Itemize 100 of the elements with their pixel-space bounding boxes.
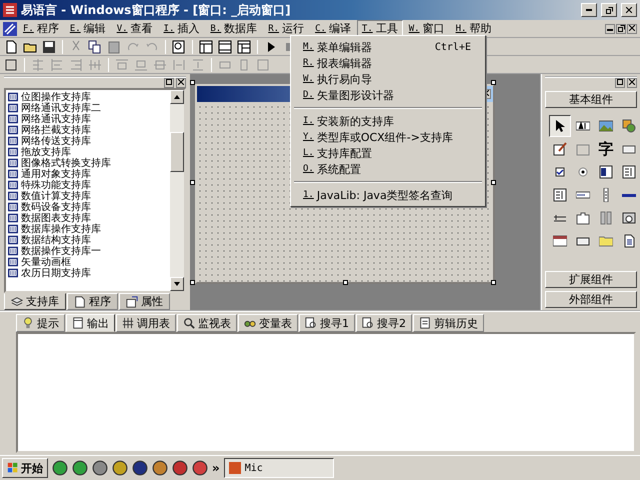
close-button[interactable]	[176, 78, 186, 88]
library-item[interactable]: 网络传送支持库	[21, 134, 91, 148]
library-item[interactable]: 特殊功能支持库	[21, 178, 91, 192]
app-icon[interactable]	[92, 460, 108, 476]
radio-icon[interactable]	[576, 165, 590, 179]
shapes-icon[interactable]	[622, 119, 636, 133]
menu-item[interactable]: I. 插入	[158, 20, 204, 37]
library-item[interactable]: 矢量动画框	[21, 254, 71, 268]
landscape-icon[interactable]	[599, 119, 613, 133]
app-icon[interactable]	[72, 460, 88, 476]
library-item[interactable]: 图像格式转换支持库	[21, 156, 111, 170]
list-icon[interactable]	[599, 165, 613, 179]
maximize-button[interactable]	[615, 78, 625, 88]
library-item[interactable]: 网络通讯支持库二	[21, 100, 101, 114]
library-item[interactable]: 数据库操作支持库	[21, 222, 101, 236]
maximize-button[interactable]	[164, 78, 174, 88]
library-item[interactable]: 网络拦截支持库	[21, 122, 91, 136]
scrollbar[interactable]	[170, 90, 184, 291]
category-button[interactable]: 扩展组件	[545, 271, 637, 288]
magnifier-icon[interactable]	[172, 40, 186, 54]
menu-item[interactable]: E. 编辑	[64, 20, 111, 37]
menu-item[interactable]: W. 执行易向导	[293, 71, 483, 87]
menu-item[interactable]: R. 报表编辑器	[293, 55, 483, 71]
menu-item[interactable]: V. 查看	[112, 20, 158, 37]
app-icon[interactable]	[152, 460, 168, 476]
app-icon[interactable]	[132, 460, 148, 476]
library-item[interactable]: 数值计算支持库	[21, 188, 91, 202]
output-tab[interactable]: 提示	[16, 314, 65, 332]
resize-handle[interactable]	[343, 280, 348, 285]
task-button[interactable]: Mic	[224, 458, 334, 478]
layout-icon[interactable]	[199, 40, 213, 54]
app-icon[interactable]	[192, 460, 208, 476]
save-icon[interactable]	[42, 40, 56, 54]
camera-icon[interactable]	[622, 211, 636, 225]
document-icon[interactable]	[622, 234, 636, 248]
close-button[interactable]	[627, 24, 637, 34]
edit-icon[interactable]	[553, 142, 567, 156]
app-icon[interactable]	[112, 460, 128, 476]
panel-tab[interactable]: 支持库	[4, 293, 66, 310]
output-tab[interactable]: 输出	[66, 314, 115, 332]
library-item[interactable]: 农历日期支持库	[21, 266, 91, 280]
minimize-button[interactable]	[605, 24, 615, 34]
library-item[interactable]: 拖放支持库	[21, 144, 71, 158]
resize-handle[interactable]	[491, 280, 496, 285]
menu-item[interactable]: F. 程序	[18, 20, 64, 37]
output-tab[interactable]: 剪辑历史	[413, 314, 484, 332]
library-item[interactable]: 数码设备支持库	[21, 200, 91, 214]
library-item[interactable]: 网络通讯支持库	[21, 112, 91, 126]
close-button[interactable]	[627, 78, 637, 88]
checkbox-icon[interactable]	[553, 165, 567, 179]
menu-item[interactable]: H. 帮助	[450, 20, 496, 37]
menu-item[interactable]: M. 菜单编辑器 Ctrl+E	[293, 39, 483, 55]
splitter-icon[interactable]	[599, 211, 613, 225]
resize-handle[interactable]	[491, 180, 496, 185]
output-tab[interactable]: 监视表	[177, 314, 237, 332]
menu-item[interactable]: R. 运行	[263, 20, 310, 37]
panel-tab[interactable]: 程序	[67, 293, 118, 310]
document-icon[interactable]	[4, 40, 18, 54]
paste-icon[interactable]	[107, 40, 121, 54]
pointer-icon[interactable]	[553, 119, 567, 133]
more-button[interactable]: »	[212, 461, 220, 475]
grid-icon[interactable]	[4, 58, 18, 72]
tab-icon[interactable]	[576, 211, 590, 225]
app-icon[interactable]	[52, 460, 68, 476]
scroll-down-button[interactable]	[170, 277, 184, 291]
component-tool[interactable]	[549, 115, 571, 137]
menu-item[interactable]: I. 安装新的支持库	[293, 113, 483, 129]
calendar-icon[interactable]	[553, 234, 567, 248]
library-item[interactable]: 数据操作支持库一	[21, 244, 101, 258]
resize-handle[interactable]	[491, 80, 496, 85]
copy-icon[interactable]	[88, 40, 102, 54]
output-tab[interactable]: 调用表	[116, 314, 176, 332]
resize-handle[interactable]	[190, 280, 195, 285]
list-icon[interactable]	[622, 165, 636, 179]
app-icon[interactable]	[172, 460, 188, 476]
library-item[interactable]: 数据图表支持库	[21, 210, 91, 224]
resize-handle[interactable]	[190, 80, 195, 85]
category-button[interactable]: 外部组件	[545, 291, 637, 308]
menu-item[interactable]: C. 编译	[310, 20, 356, 37]
category-button[interactable]: 基本组件	[545, 91, 637, 108]
panel-tab[interactable]: 属性	[119, 293, 170, 310]
output-tab[interactable]: 变量表	[238, 314, 298, 332]
menu-item[interactable]: O. 系统配置	[293, 161, 483, 177]
layout-icon[interactable]	[218, 40, 232, 54]
library-item[interactable]: 位图操作支持库	[21, 90, 91, 104]
scroll-up-button[interactable]	[170, 90, 184, 104]
output-tab[interactable]: 搜寻2	[356, 314, 412, 332]
list-icon[interactable]	[553, 188, 567, 202]
layout-icon[interactable]	[237, 40, 251, 54]
label-icon[interactable]	[576, 119, 590, 133]
menu-item[interactable]: 1. JavaLib: Java类型签名查询	[293, 187, 483, 203]
menu-item[interactable]: B. 数据库	[205, 20, 262, 37]
text-tool[interactable]: 字	[595, 138, 617, 160]
resize-handle[interactable]	[190, 180, 195, 185]
library-item[interactable]: 数据结构支持库	[21, 232, 91, 246]
menu-item[interactable]: D. 矢量图形设计器	[293, 87, 483, 103]
library-item[interactable]: 通用对象支持库	[21, 166, 91, 180]
menu-item[interactable]: W. 窗口	[404, 20, 450, 37]
menu-item[interactable]: L. 支持库配置	[293, 145, 483, 161]
output-tab[interactable]: 搜寻1	[299, 314, 355, 332]
